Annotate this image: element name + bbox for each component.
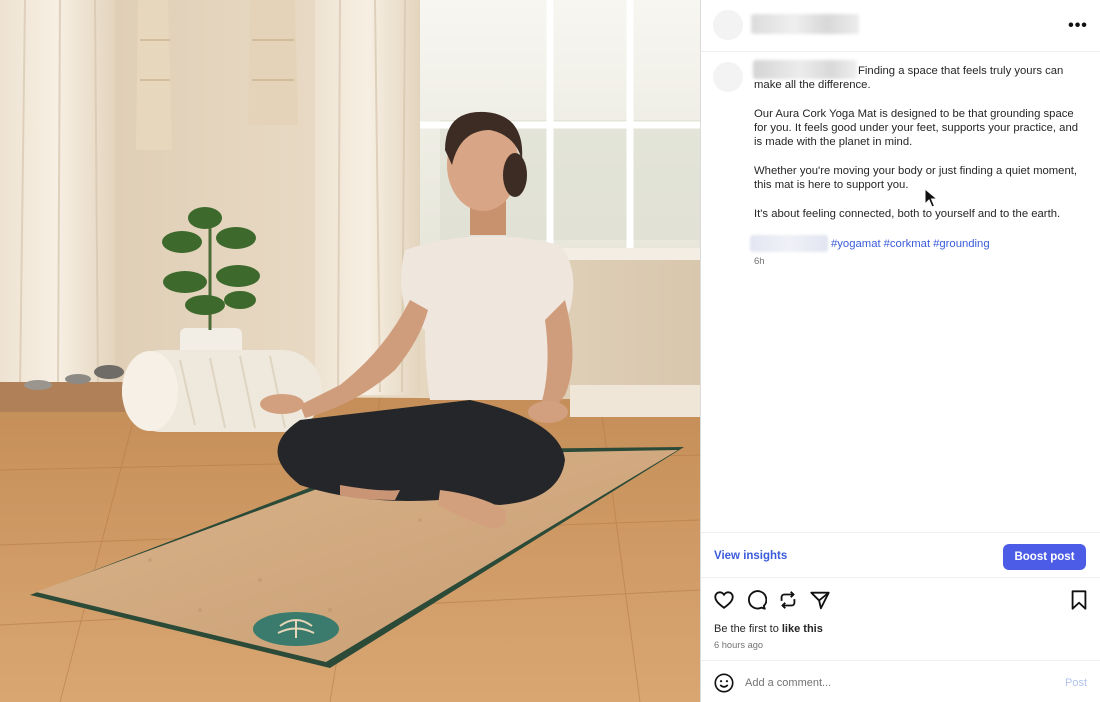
hashtag-row: #yogamat #corkmat #grounding [750, 235, 993, 252]
post-timestamp: 6 hours ago [714, 640, 764, 650]
heart-icon [714, 591, 734, 609]
redacted-mention [750, 235, 828, 252]
hashtag-link[interactable]: #grounding [933, 238, 990, 250]
comment-button[interactable] [744, 588, 768, 612]
more-options-button[interactable]: ••• [1066, 14, 1090, 38]
mouse-cursor-icon [924, 188, 938, 208]
caption-area: Finding a space that feels truly yours c… [701, 52, 1100, 532]
post-side-panel: ••• Finding a space that feels truly you… [700, 0, 1100, 702]
action-bar [701, 586, 1100, 614]
likes-summary: Be the first to like this [714, 623, 823, 635]
yoga-photo-illustration [0, 0, 700, 702]
like-button[interactable] [712, 588, 736, 612]
view-insights-link[interactable]: View insights [714, 550, 787, 562]
comment-input[interactable] [745, 673, 1035, 693]
share-button[interactable] [808, 588, 832, 612]
bookmark-icon [1071, 590, 1087, 610]
caption-timestamp: 6h [754, 256, 765, 267]
caption-author-avatar[interactable] [713, 62, 743, 92]
caption-first-line: Finding a space that feels truly yours c… [754, 65, 1064, 92]
save-button[interactable] [1067, 588, 1091, 612]
author-avatar[interactable] [713, 10, 743, 40]
more-icon: ••• [1068, 17, 1088, 34]
post-caption: Finding a space that feels truly yours c… [754, 64, 1079, 236]
post-photo [0, 0, 700, 702]
comment-icon [748, 590, 767, 610]
likes-prefix: Be the first to [714, 623, 782, 635]
caption-paragraph-3: Whether you're moving your body or just … [754, 165, 1078, 192]
hashtag-link[interactable]: #corkmat [884, 238, 930, 250]
comment-bar: Post [701, 660, 1100, 702]
repost-icon [780, 591, 796, 609]
insights-bar: View insights Boost post [701, 532, 1100, 578]
post-header: ••• [701, 0, 1100, 52]
hashtag-link[interactable]: #yogamat [831, 238, 881, 250]
caption-paragraph-2: Our Aura Cork Yoga Mat is designed to be… [754, 107, 1079, 149]
repost-button[interactable] [776, 588, 800, 612]
post-comment-button[interactable]: Post [1065, 677, 1087, 689]
emoji-icon [714, 673, 734, 693]
author-name-redacted[interactable] [751, 14, 859, 34]
share-icon [810, 591, 830, 610]
emoji-button[interactable] [713, 672, 735, 694]
boost-post-button[interactable]: Boost post [1003, 544, 1086, 570]
caption-paragraph-4: It's about feeling connected, both to yo… [754, 207, 1061, 220]
like-this-link[interactable]: like this [782, 623, 823, 635]
